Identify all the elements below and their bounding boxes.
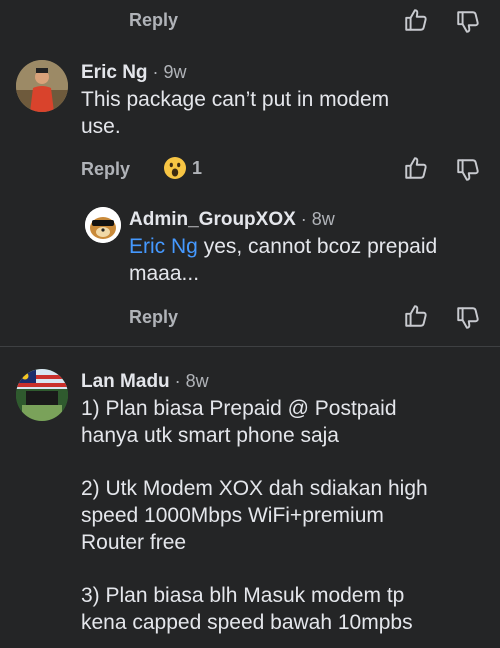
comment-time[interactable]: 9w [164,62,187,82]
comment-paragraph: 1) Plan biasa Prepaid @ Postpaid hanya u… [81,397,397,447]
thumbs-down-icon[interactable] [455,9,481,35]
thumbs-up-icon[interactable] [403,303,429,329]
reply-button[interactable]: Reply [129,10,178,31]
thumbs-up-icon[interactable] [403,7,429,33]
thread-divider [0,346,500,347]
avatar[interactable] [85,207,121,243]
avatar[interactable] [16,60,68,112]
comment-time[interactable]: 8w [186,371,209,391]
comment-paragraph: 3) Plan biasa blh Masuk modem tp kena ca… [81,584,413,634]
comment-author[interactable]: Lan Madu [81,371,170,392]
comment-text: This package can’t put in modem use. [81,88,390,138]
reaction-summary[interactable]: 1 [163,156,202,180]
thumbs-down-icon[interactable] [455,305,481,331]
thumbs-down-icon[interactable] [455,157,481,183]
avatar[interactable] [16,369,68,421]
reply-button[interactable]: Reply [81,159,130,180]
comment-text: 1) Plan biasa Prepaid @ Postpaid hanya u… [81,395,491,636]
meta-separator: · [295,209,312,229]
thumbs-up-icon[interactable] [403,155,429,181]
comment-time[interactable]: 8w [312,209,335,229]
mention-link[interactable]: Eric Ng [129,235,198,258]
comment-author[interactable]: Admin_GroupXOX [129,209,296,230]
reaction-count: 1 [192,157,203,178]
comment-paragraph: 2) Utk Modem XOX dah sdiakan high speed … [81,477,428,554]
comment-author[interactable]: Eric Ng [81,62,148,83]
wow-emoji-icon [164,157,186,179]
meta-separator: · [147,62,164,82]
comment-text: Eric Ng yes, cannot bcoz prepaid maaa... [129,235,438,285]
meta-separator: · [169,371,186,391]
reply-button[interactable]: Reply [129,307,178,328]
